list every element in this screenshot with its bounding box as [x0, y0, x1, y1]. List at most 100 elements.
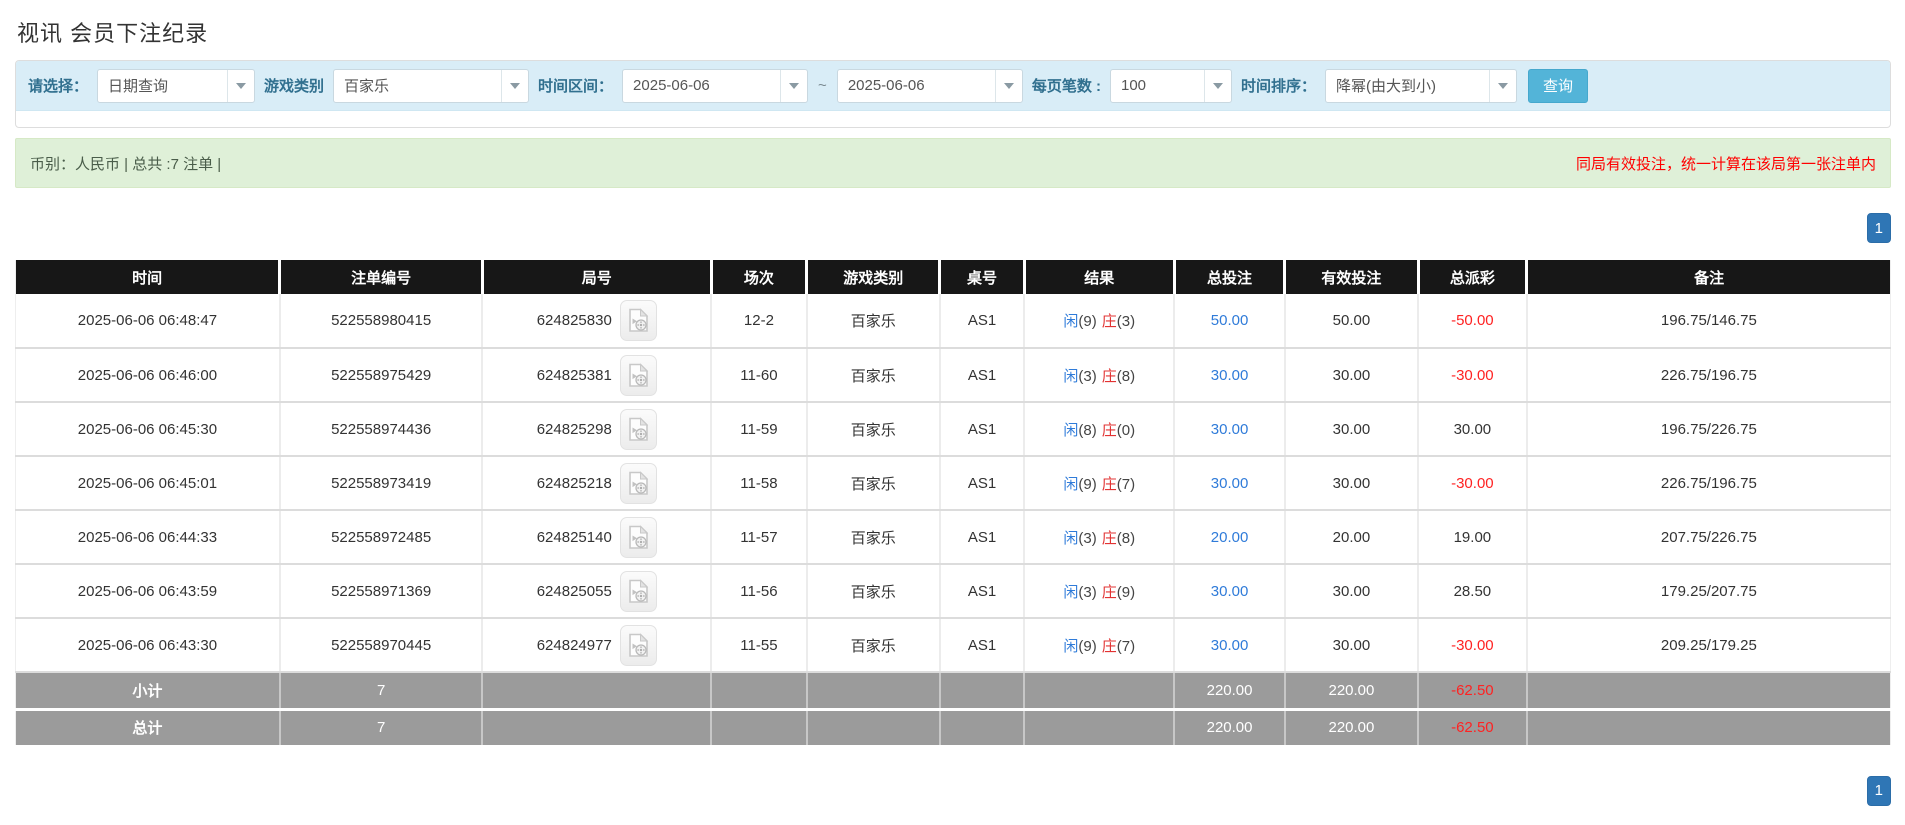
col-header-valid-bet: 有效投注 [1285, 260, 1418, 294]
result-cell: 闲(9)庄(3) [1024, 294, 1174, 348]
table-no: AS1 [940, 456, 1024, 510]
total-row: 总计 7 220.00 220.00 -62.50 [16, 709, 1891, 746]
round-cell: 624825218 [482, 456, 711, 510]
remark: 196.75/226.75 [1527, 402, 1891, 456]
valid-bet-note: 同局有效投注，统一计算在该局第一张注单内 [1576, 153, 1876, 174]
table-row: 2025-06-06 06:45:30 522558974436 6248252… [16, 402, 1891, 456]
result-player-label: 闲 [1063, 638, 1078, 655]
result-cell: 闲(3)庄(9) [1024, 564, 1174, 618]
bet-time: 2025-06-06 06:43:30 [16, 618, 280, 672]
round-id: 624825140 [537, 529, 612, 546]
table-row: 2025-06-06 06:43:30 522558970445 6248249… [16, 618, 1891, 672]
result-banker-points: (7) [1117, 476, 1135, 493]
sort-order-select[interactable]: 降幂(由大到小) [1325, 69, 1517, 103]
remark: 209.25/179.25 [1527, 618, 1891, 672]
page-title: 视讯 会员下注纪录 [15, 0, 1891, 60]
total-label: 总计 [16, 709, 280, 746]
col-header-result: 结果 [1024, 260, 1174, 294]
col-header-bet-id: 注单编号 [280, 260, 483, 294]
currency-total-text: 币别：人民币 | 总共 :7 注单 | [30, 153, 221, 174]
total-bet-link[interactable]: 30.00 [1211, 367, 1249, 384]
valid-bet: 30.00 [1285, 402, 1418, 456]
result-banker-points: (8) [1117, 368, 1135, 385]
result-cell: 闲(9)庄(7) [1024, 456, 1174, 510]
bet-id: 522558973419 [280, 456, 483, 510]
date-from-select[interactable]: 2025-06-06 [622, 69, 808, 103]
video-file-icon [628, 579, 649, 604]
total-bet-link[interactable]: 30.00 [1211, 421, 1249, 438]
game-type: 百家乐 [807, 564, 940, 618]
video-replay-button[interactable] [620, 409, 657, 450]
remark: 196.75/146.75 [1527, 294, 1891, 348]
bet-time: 2025-06-06 06:45:30 [16, 402, 280, 456]
bet-id: 522558971369 [280, 564, 483, 618]
session-no: 11-60 [711, 348, 807, 402]
result-cell: 闲(3)庄(8) [1024, 510, 1174, 564]
round-id: 624825055 [537, 583, 612, 600]
video-replay-button[interactable] [620, 625, 657, 666]
game-type-select[interactable]: 百家乐 [333, 69, 529, 103]
caret-down-icon[interactable] [780, 70, 807, 102]
remark: 226.75/196.75 [1527, 456, 1891, 510]
caret-down-icon[interactable] [1204, 70, 1231, 102]
time-range-label: 时间区间： [538, 75, 613, 96]
video-replay-button[interactable] [620, 300, 657, 341]
table-no: AS1 [940, 564, 1024, 618]
query-type-select[interactable]: 日期查询 [97, 69, 255, 103]
search-button[interactable]: 查询 [1528, 69, 1588, 103]
date-to-select[interactable]: 2025-06-06 [837, 69, 1023, 103]
round-cell: 624824977 [482, 618, 711, 672]
caret-down-icon[interactable] [1489, 70, 1516, 102]
session-no: 12-2 [711, 294, 807, 348]
result-banker-points: (0) [1117, 422, 1135, 439]
total-bet-link[interactable]: 50.00 [1211, 312, 1249, 329]
page-size-select[interactable]: 100 [1110, 69, 1232, 103]
date-from-value: 2025-06-06 [623, 77, 780, 94]
session-no: 11-59 [711, 402, 807, 456]
bet-time: 2025-06-06 06:48:47 [16, 294, 280, 348]
result-banker-label: 庄 [1102, 368, 1117, 385]
subtotal-payout: -62.50 [1418, 672, 1527, 709]
col-header-session: 场次 [711, 260, 807, 294]
video-replay-button[interactable] [620, 463, 657, 504]
session-no: 11-58 [711, 456, 807, 510]
page-root: 视讯 会员下注纪录 请选择： 日期查询 游戏类别 百家乐 时间区间： 2025-… [0, 0, 1905, 825]
caret-down-icon[interactable] [501, 70, 528, 102]
round-id: 624825298 [537, 421, 612, 438]
video-replay-button[interactable] [620, 571, 657, 612]
result-player-points: (8) [1078, 422, 1096, 439]
bet-id: 522558980415 [280, 294, 483, 348]
summary-bar: 币别：人民币 | 总共 :7 注单 | 同局有效投注，统一计算在该局第一张注单内 [15, 138, 1891, 188]
payout: -50.00 [1418, 294, 1527, 348]
result-player-points: (3) [1078, 584, 1096, 601]
subtotal-count: 7 [280, 672, 483, 709]
bet-id: 522558974436 [280, 402, 483, 456]
caret-down-icon[interactable] [227, 70, 254, 102]
total-bet-link[interactable]: 30.00 [1211, 583, 1249, 600]
table-no: AS1 [940, 348, 1024, 402]
video-replay-button[interactable] [620, 355, 657, 396]
total-bet-link[interactable]: 30.00 [1211, 637, 1249, 654]
payout: -30.00 [1418, 618, 1527, 672]
table-row: 2025-06-06 06:44:33 522558972485 6248251… [16, 510, 1891, 564]
bet-id: 522558972485 [280, 510, 483, 564]
pagination-page-1[interactable]: 1 [1867, 776, 1891, 806]
caret-down-icon[interactable] [995, 70, 1022, 102]
total-bet-link[interactable]: 20.00 [1211, 529, 1249, 546]
video-file-icon [628, 525, 649, 550]
result-player-label: 闲 [1063, 530, 1078, 547]
result-player-label: 闲 [1063, 368, 1078, 385]
pagination-page-1[interactable]: 1 [1867, 213, 1891, 243]
table-row: 2025-06-06 06:48:47 522558980415 6248258… [16, 294, 1891, 348]
total-bet-link[interactable]: 30.00 [1211, 475, 1249, 492]
table-row: 2025-06-06 06:45:01 522558973419 6248252… [16, 456, 1891, 510]
bet-time: 2025-06-06 06:46:00 [16, 348, 280, 402]
video-replay-button[interactable] [620, 517, 657, 558]
result-player-points: (3) [1078, 530, 1096, 547]
subtotal-row: 小计 7 220.00 220.00 -62.50 [16, 672, 1891, 709]
filter-panel-body [16, 111, 1890, 127]
pagination-bottom: 1 [15, 776, 1891, 806]
bet-id: 522558975429 [280, 348, 483, 402]
col-header-table-no: 桌号 [940, 260, 1024, 294]
table-no: AS1 [940, 618, 1024, 672]
